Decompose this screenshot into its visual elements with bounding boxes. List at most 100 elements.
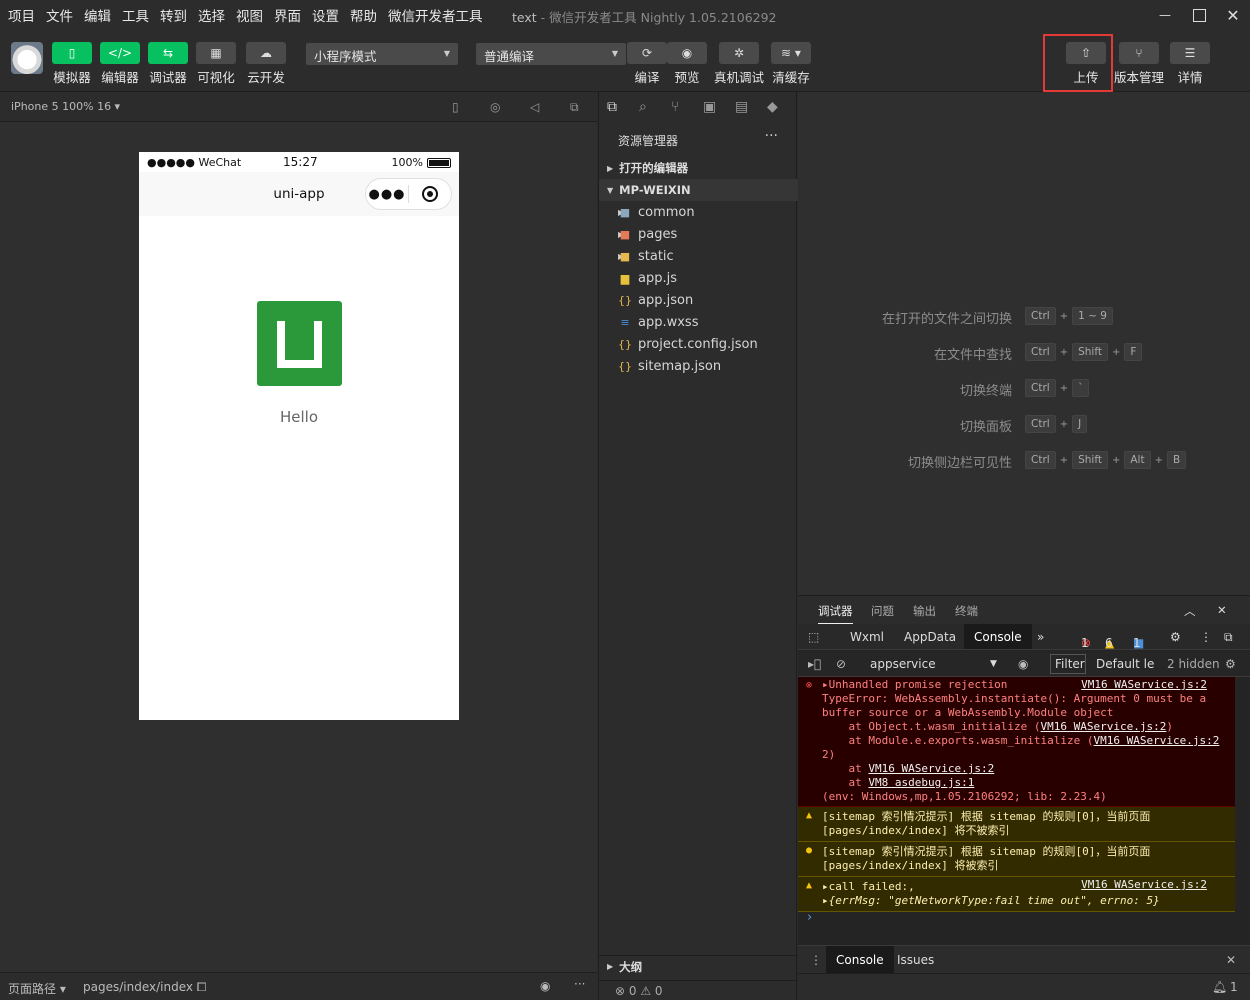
project-name: text: [512, 10, 537, 25]
close-capsule-icon[interactable]: [409, 186, 451, 202]
device-select[interactable]: iPhone 5 100% 16 ▾: [11, 100, 120, 113]
log-levels-select[interactable]: Default le: [1096, 657, 1154, 671]
record-icon[interactable]: ◎: [490, 100, 500, 114]
project-section[interactable]: ▼ MP-WEIXIN: [599, 179, 798, 201]
maximize-icon[interactable]: [1182, 0, 1216, 30]
details-button[interactable]: ☰ 详情: [1170, 42, 1210, 86]
menu-view[interactable]: 视图: [236, 5, 263, 25]
source-link[interactable]: VM8 asdebug.js:1: [868, 776, 974, 789]
more-icon[interactable]: ···: [574, 977, 585, 991]
minimize-icon[interactable]: —: [1148, 0, 1182, 30]
source-control-icon[interactable]: ⑂: [671, 99, 679, 115]
sidebar-toggle-icon[interactable]: ▸⃞: [808, 657, 821, 671]
debug-icon[interactable]: ▤: [735, 99, 748, 115]
context-select[interactable]: appservice: [870, 657, 936, 671]
drawer-tab-console[interactable]: Console: [826, 946, 894, 973]
dock-icon[interactable]: ⧉: [1224, 630, 1233, 645]
search-icon[interactable]: ⌕: [639, 99, 647, 115]
tab-terminal[interactable]: 终端: [955, 603, 978, 619]
more-dots-icon[interactable]: ●●●: [366, 187, 408, 202]
json-file-icon: {}: [618, 293, 632, 307]
menu-edit[interactable]: 编辑: [84, 5, 111, 25]
tab-debugger[interactable]: 调试器: [818, 603, 853, 625]
menu-devtools[interactable]: 微信开发者工具: [388, 5, 483, 25]
debugger-button[interactable]: ⇆ 调试器: [148, 42, 188, 86]
tree-item-app-wxss[interactable]: ≡ app.wxss: [599, 311, 798, 333]
real-device-debug-button[interactable]: ✲ 真机调试: [714, 42, 764, 86]
source-link[interactable]: VM16 WAService.js:2: [1081, 678, 1207, 692]
menu-interface[interactable]: 界面: [274, 5, 301, 25]
close-icon[interactable]: ✕: [1217, 603, 1227, 617]
detach-icon[interactable]: ⧉: [570, 100, 579, 115]
kebab-icon[interactable]: ⋮: [810, 953, 822, 967]
compile-mode-select[interactable]: 普通编译 ▼: [476, 43, 626, 65]
folder-icon: ■: [619, 205, 631, 219]
menu-settings[interactable]: 设置: [312, 5, 339, 25]
device-icon[interactable]: ▯: [452, 100, 459, 114]
debug-tabs: 调试器 问题 输出 终端 ︿ ✕: [798, 596, 1250, 625]
tree-item-sitemap[interactable]: {} sitemap.json: [599, 355, 798, 377]
clear-console-icon[interactable]: ⊘: [836, 657, 846, 671]
compile-button[interactable]: ⟳ 编译: [627, 42, 667, 86]
source-link[interactable]: VM16 WAService.js:2: [1081, 878, 1207, 892]
extensions-icon[interactable]: ▣: [703, 99, 716, 115]
more-icon[interactable]: ···: [765, 128, 778, 144]
menu-select[interactable]: 选择: [198, 5, 225, 25]
files-icon[interactable]: ⧉: [607, 99, 617, 115]
chevron-up-icon[interactable]: ︿: [1184, 603, 1196, 619]
filter-input[interactable]: Filter: [1050, 654, 1086, 674]
inspect-icon[interactable]: ⬚: [808, 630, 819, 644]
tree-item-app-js[interactable]: ▆ app.js: [599, 267, 798, 289]
mode-select[interactable]: 小程序模式 ▼: [306, 43, 458, 65]
tree-item-static[interactable]: ▶ ■ static: [599, 245, 798, 267]
tree-item-app-json[interactable]: {} app.json: [599, 289, 798, 311]
tree-item-common[interactable]: ▶ ■ common: [599, 201, 798, 223]
menu-tools[interactable]: 工具: [122, 5, 149, 25]
kebab-icon[interactable]: ⋮: [1200, 630, 1212, 644]
simulator-button[interactable]: ▯ 模拟器: [52, 42, 92, 86]
error-icon: ⊗: [806, 680, 813, 691]
menu-help[interactable]: 帮助: [350, 5, 377, 25]
source-link[interactable]: VM16 WAService.js:2: [1094, 734, 1220, 747]
docker-icon[interactable]: ◆: [767, 99, 778, 115]
bell-icon[interactable]: 🔔︎: [1212, 980, 1227, 994]
copy-icon[interactable]: ⧠: [197, 980, 207, 994]
source-link[interactable]: VM16 WAService.js:2: [868, 762, 994, 775]
tree-item-pages[interactable]: ▶ ■ pages: [599, 223, 798, 245]
menu-goto[interactable]: 转到: [160, 5, 187, 25]
tab-wxml[interactable]: Wxml: [850, 630, 884, 644]
more-tabs-icon[interactable]: »: [1037, 630, 1044, 644]
menu-project[interactable]: 项目: [8, 5, 35, 25]
tab-console[interactable]: Console: [964, 624, 1032, 649]
dropdown-icon[interactable]: ▼: [990, 659, 997, 669]
eye-icon[interactable]: ◉: [540, 979, 550, 993]
tab-problems[interactable]: 问题: [871, 603, 894, 619]
gear-icon[interactable]: ⚙: [1170, 630, 1181, 644]
outline-section[interactable]: ▶ 大纲: [599, 955, 798, 977]
close-icon[interactable]: ✕: [1226, 953, 1236, 967]
drawer-tab-issues[interactable]: Issues: [897, 953, 934, 967]
avatar[interactable]: [11, 42, 43, 74]
clear-cache-button[interactable]: ≋ ▾ 清缓存: [771, 42, 811, 86]
simulator-footer: 页面路径 ▾ pages/index/index ⧠ ◉ ···: [0, 972, 597, 1000]
preview-button[interactable]: ◉ 预览: [667, 42, 707, 86]
source-link[interactable]: VM16 WAService.js:2: [1041, 720, 1167, 733]
cloud-button[interactable]: ☁ 云开发: [246, 42, 286, 86]
tab-output[interactable]: 输出: [913, 603, 936, 619]
problems-status[interactable]: ⊗ 0 ⚠ 0: [599, 980, 798, 1000]
console-prompt[interactable]: ›: [807, 910, 812, 925]
simulator-toolbar: iPhone 5 100% 16 ▾ ▯ ◎ ◁ ⧉: [0, 92, 597, 122]
eye-icon[interactable]: ◉: [1018, 657, 1028, 671]
clock: 15:27: [283, 155, 318, 169]
tree-item-project-config[interactable]: {} project.config.json: [599, 333, 798, 355]
visual-button[interactable]: ▦ 可视化: [196, 42, 236, 86]
version-management-button[interactable]: ⑂ 版本管理: [1114, 42, 1164, 86]
editor-button[interactable]: </> 编辑器: [100, 42, 140, 86]
close-window-icon[interactable]: ✕: [1216, 0, 1250, 30]
tab-appdata[interactable]: AppData: [904, 630, 956, 644]
open-editors-section[interactable]: ▶ 打开的编辑器: [599, 157, 798, 179]
gear-icon[interactable]: ⚙: [1225, 657, 1236, 671]
volume-icon[interactable]: ◁: [530, 100, 539, 114]
menu-file[interactable]: 文件: [46, 5, 73, 25]
page-path-select[interactable]: 页面路径 ▾: [8, 980, 66, 997]
